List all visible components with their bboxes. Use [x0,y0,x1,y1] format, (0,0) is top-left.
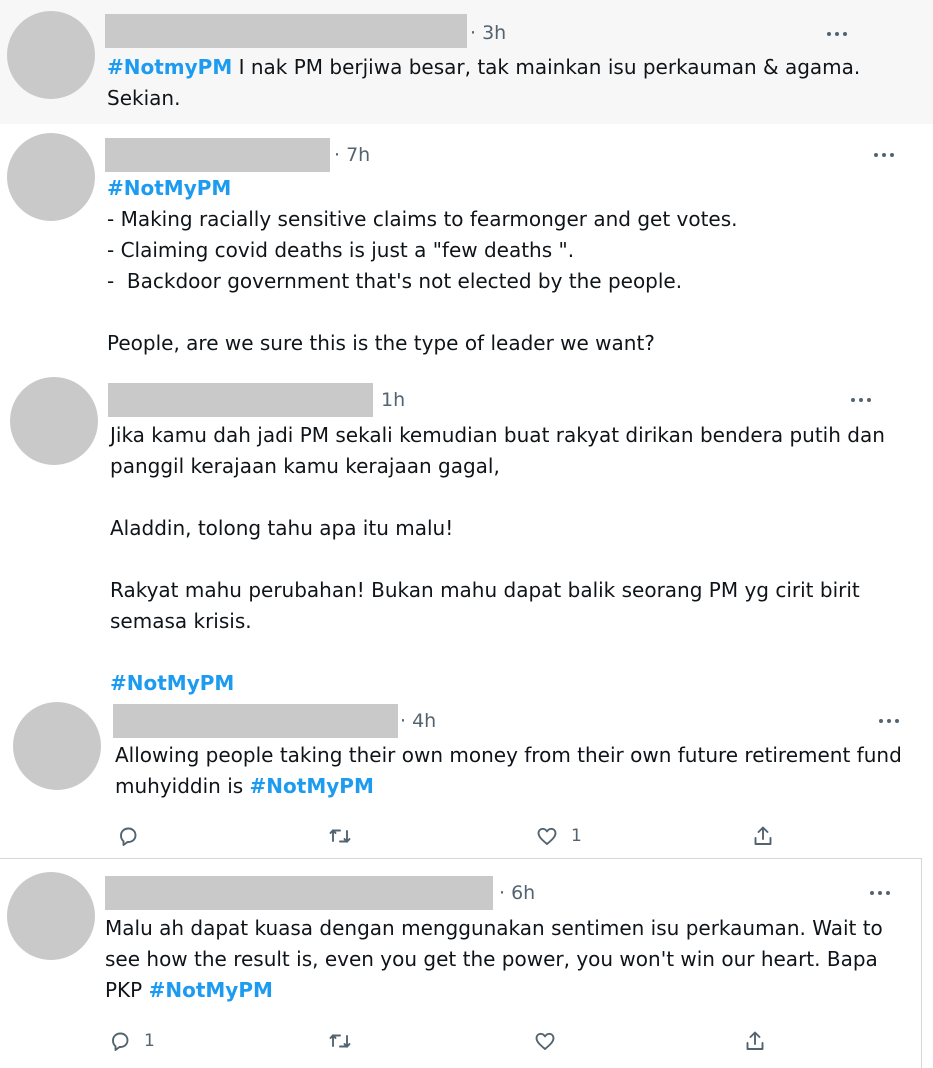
share-icon [754,826,772,845]
reply-icon [112,1032,129,1051]
reply-count: 1 [144,1031,155,1051]
more-options-icon[interactable] [870,142,898,168]
tweet-text: Jika kamu dah jadi PM sekali kemudian bu… [110,420,910,698]
share-button[interactable] [751,824,787,848]
reply-button[interactable] [116,824,152,848]
more-options-icon[interactable] [875,708,903,734]
avatar[interactable] [7,872,95,960]
retweet-icon [329,1034,351,1048]
more-options-icon[interactable] [823,21,851,47]
reply-button[interactable]: 1 [108,1029,155,1053]
timestamp[interactable]: · 4h [400,708,436,734]
timestamp[interactable]: · 3h [470,20,506,46]
hashtag-link[interactable]: #NotMyPM [110,671,234,695]
hashtag-link[interactable]: #NotmyPM [107,55,232,79]
reply-icon [120,827,137,846]
avatar[interactable] [7,133,95,221]
tweet-text: #NotMyPM - Making racially sensitive cla… [107,173,907,359]
tweet-4[interactable]: · 4h Allowing people taking their own mo… [0,698,933,858]
tweet-5[interactable]: · 6h Malu ah dapat kuasa dengan mengguna… [0,858,922,1068]
hashtag-link[interactable]: #NotMyPM [149,978,273,1002]
like-icon [537,827,557,845]
tweet-text: Malu ah dapat kuasa dengan menggunakan s… [105,913,895,1006]
tweet-text-segment: - Making racially sensitive claims to fe… [107,207,738,355]
tweet-3[interactable]: 1h Jika kamu dah jadi PM sekali kemudian… [0,370,933,698]
retweet-button[interactable] [328,1029,364,1053]
hashtag-link[interactable]: #NotMyPM [107,176,231,200]
avatar[interactable] [7,11,95,99]
retweet-button[interactable] [328,824,364,848]
like-button[interactable]: 1 [535,824,582,848]
avatar[interactable] [13,702,101,790]
timestamp[interactable]: · 6h [499,880,535,906]
like-button[interactable] [533,1029,569,1053]
author-name-redacted[interactable] [113,704,398,738]
tweet-text: #NotmyPM I nak PM berjiwa besar, tak mai… [107,52,907,114]
more-options-icon[interactable] [866,880,894,906]
author-name-redacted[interactable] [105,876,493,910]
share-button[interactable] [743,1029,779,1053]
tweet-2[interactable]: · 7h #NotMyPM - Making racially sensitiv… [0,124,933,370]
tweet-text-segment: Allowing people taking their own money f… [115,743,909,798]
more-options-icon[interactable] [847,387,875,413]
tweet-text: Allowing people taking their own money f… [115,740,905,802]
share-icon [746,1031,764,1050]
like-icon [535,1032,555,1050]
author-name-redacted[interactable] [105,14,467,48]
like-count: 1 [571,826,582,846]
tweet-text-segment: Jika kamu dah jadi PM sekali kemudian bu… [110,423,885,633]
author-name-redacted[interactable] [105,138,330,172]
avatar[interactable] [10,377,98,465]
tweet-1[interactable]: · 3h #NotmyPM I nak PM berjiwa besar, ta… [0,0,933,124]
timestamp[interactable]: 1h [381,387,405,413]
retweet-icon [329,829,351,843]
timestamp[interactable]: · 7h [334,142,370,168]
hashtag-link[interactable]: #NotMyPM [250,774,374,798]
author-name-redacted[interactable] [108,383,373,417]
